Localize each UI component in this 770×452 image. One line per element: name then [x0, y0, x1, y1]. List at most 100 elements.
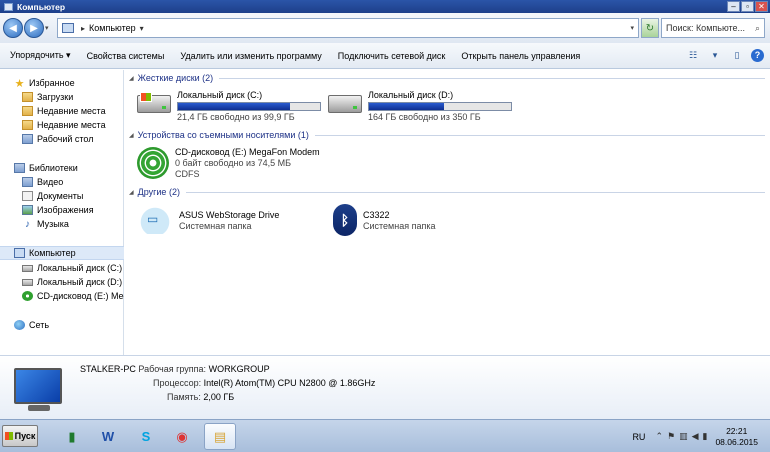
documents-icon [22, 191, 33, 201]
taskbar-app-word-icon[interactable]: W [92, 423, 124, 450]
help-icon[interactable]: ? [751, 48, 764, 62]
nav-label: Локальный диск (D:) [37, 277, 123, 287]
nav-label: Рабочий стол [37, 134, 94, 144]
address-dropdown-icon[interactable]: ▾ [630, 24, 634, 32]
uninstall-program-button[interactable]: Удалить или изменить программу [180, 51, 321, 61]
windows-logo-icon [4, 432, 13, 440]
search-input[interactable]: Поиск: Компьюте... ⌕ [661, 18, 765, 38]
recent-places-icon [22, 120, 33, 130]
collapse-icon[interactable]: ◢ [129, 132, 134, 139]
network-icon [14, 320, 25, 330]
divider [219, 77, 765, 79]
asus-webstorage-tile[interactable]: ASUS WebStorage Drive Системная папка [137, 204, 279, 234]
view-options-icon[interactable]: ☷ [685, 47, 701, 63]
item-name: C3322 [363, 210, 390, 220]
cpu-value: Intel(R) Atom(TM) CPU N2800 @ 1.86GHz [203, 378, 376, 388]
maximize-button[interactable]: ▫ [741, 1, 754, 12]
usage-bar [177, 102, 321, 111]
title-bar: Компьютер – ▫ ✕ [0, 0, 770, 13]
recent-places-icon [22, 106, 33, 116]
group-header-removable[interactable]: ◢ Устройства со съемными носителями (1) [129, 129, 765, 141]
megafon-modem-icon [137, 147, 169, 179]
group-header-other[interactable]: ◢ Другие (2) [129, 186, 765, 198]
drive-filesystem: CDFS [175, 169, 200, 179]
taskbar-app-book-icon[interactable]: ▮ [56, 423, 88, 450]
divider [314, 134, 765, 136]
drive-tile-d[interactable]: Локальный диск (D:) 164 ГБ свободно из 3… [328, 90, 512, 123]
drive-free-space: 0 байт свободно из 74,5 МБ [175, 158, 292, 168]
view-dropdown-icon[interactable]: ▾ [707, 47, 723, 63]
cpu-line: Процессор: Intel(R) Atom(TM) CPU N2800 @… [153, 378, 375, 388]
drive-free-space: 21,4 ГБ свободно из 99,9 ГБ [177, 112, 295, 122]
system-properties-button[interactable]: Свойства системы [87, 51, 165, 61]
show-hidden-icons-icon[interactable]: ⌃ [655, 431, 663, 442]
collapse-icon[interactable]: ◢ [129, 75, 134, 82]
drive-free-space: 164 ГБ свободно из 350 ГБ [368, 112, 481, 122]
clock-time: 22:21 [726, 425, 748, 436]
hard-disk-icon [137, 92, 171, 113]
cd-drive-tile[interactable]: CD-дисковод (E:) MegaFon Modem 0 байт св… [137, 147, 320, 180]
preview-pane-icon[interactable]: ▯ [729, 47, 745, 63]
language-indicator[interactable]: RU [632, 432, 645, 442]
refresh-button[interactable]: ↻ [641, 18, 659, 38]
collapse-icon[interactable]: ◢ [129, 189, 134, 196]
minimize-button[interactable]: – [727, 1, 740, 12]
address-field[interactable]: ▸ Компьютер ▾ ▾ [57, 18, 639, 38]
workgroup-label: Рабочая группа: [138, 364, 207, 374]
action-center-icon[interactable]: ⚑ [667, 431, 675, 442]
group-title: Другие (2) [137, 187, 180, 197]
nav-computer[interactable]: Компьютер [0, 246, 124, 260]
navigation-pane: ★ Избранное Загрузки Недавние места Неда… [0, 70, 124, 355]
command-bar: Упорядочить ▾ Свойства системы Удалить и… [0, 43, 770, 69]
nav-label: CD-дисковод (E:) Mega [37, 291, 124, 301]
back-button[interactable]: ◀ [3, 18, 23, 38]
group-header-hard-disks[interactable]: ◢ Жесткие диски (2) [129, 72, 765, 84]
desktop-icon [22, 134, 33, 144]
organize-button[interactable]: Упорядочить ▾ [10, 50, 71, 61]
chevron-down-icon[interactable]: ▾ [140, 24, 144, 33]
search-placeholder: Поиск: Компьюте... [666, 23, 746, 33]
volume-icon[interactable]: ◀ [692, 431, 699, 442]
start-button[interactable]: Пуск [2, 425, 38, 447]
memory-label: Память: [167, 392, 201, 402]
history-dropdown-icon[interactable]: ▾ [45, 24, 53, 32]
clock[interactable]: 22:21 08.06.2015 [715, 426, 758, 448]
nav-disk-c[interactable]: Локальный диск (C:) [22, 261, 124, 275]
taskbar-app-explorer-icon[interactable]: ▤ [204, 423, 236, 450]
pc-name-line: STALKER-PC Рабочая группа: WORKGROUP [80, 364, 270, 374]
monitor-stand [28, 405, 50, 411]
chevron-right-icon[interactable]: ▸ [81, 24, 85, 33]
usage-bar-fill [178, 103, 291, 110]
workgroup-value: WORKGROUP [208, 364, 270, 374]
nav-cd-drive[interactable]: CD-дисковод (E:) Mega [22, 289, 124, 303]
power-icon[interactable]: ▮ [703, 431, 708, 442]
map-network-drive-button[interactable]: Подключить сетевой диск [338, 51, 446, 61]
window-controls: – ▫ ✕ [727, 1, 768, 12]
tray-icons: ⌃ ⚑ ▥ ◀ ▮ [655, 431, 707, 442]
search-icon[interactable]: ⌕ [755, 23, 760, 34]
network-status-icon[interactable]: ▥ [679, 431, 688, 442]
content-pane: ◢ Жесткие диски (2) Локальный диск (C:) … [125, 70, 770, 355]
drive-tile-c[interactable]: Локальный диск (C:) 21,4 ГБ свободно из … [137, 90, 321, 123]
nav-label: Музыка [37, 219, 69, 229]
window-title: Компьютер [17, 1, 66, 12]
nav-label: Сеть [29, 320, 50, 330]
breadcrumb-computer[interactable]: Компьютер [89, 23, 136, 33]
nav-disk-d[interactable]: Локальный диск (D:) [22, 275, 124, 289]
taskbar-app-skype-icon[interactable]: S [130, 423, 162, 450]
libraries-icon [14, 163, 25, 173]
images-icon [22, 205, 33, 215]
nav-label: Компьютер [29, 248, 76, 258]
music-icon: ♪ [25, 218, 30, 230]
taskbar-app-chrome-icon[interactable]: ◉ [166, 423, 198, 450]
close-button[interactable]: ✕ [755, 1, 768, 12]
nav-libraries[interactable]: Библиотеки [14, 161, 138, 175]
memory-value: 2,00 ГБ [203, 392, 235, 402]
memory-line: Память: 2,00 ГБ [167, 392, 234, 402]
forward-button[interactable]: ▶ [24, 18, 44, 38]
start-label: Пуск [14, 431, 36, 441]
bluetooth-device-tile[interactable]: ᛒ C3322 Системная папка [333, 204, 435, 236]
open-control-panel-button[interactable]: Открыть панель управления [461, 51, 580, 61]
nav-favorites[interactable]: ★ Избранное [14, 76, 138, 90]
nav-network[interactable]: Сеть [14, 318, 138, 332]
